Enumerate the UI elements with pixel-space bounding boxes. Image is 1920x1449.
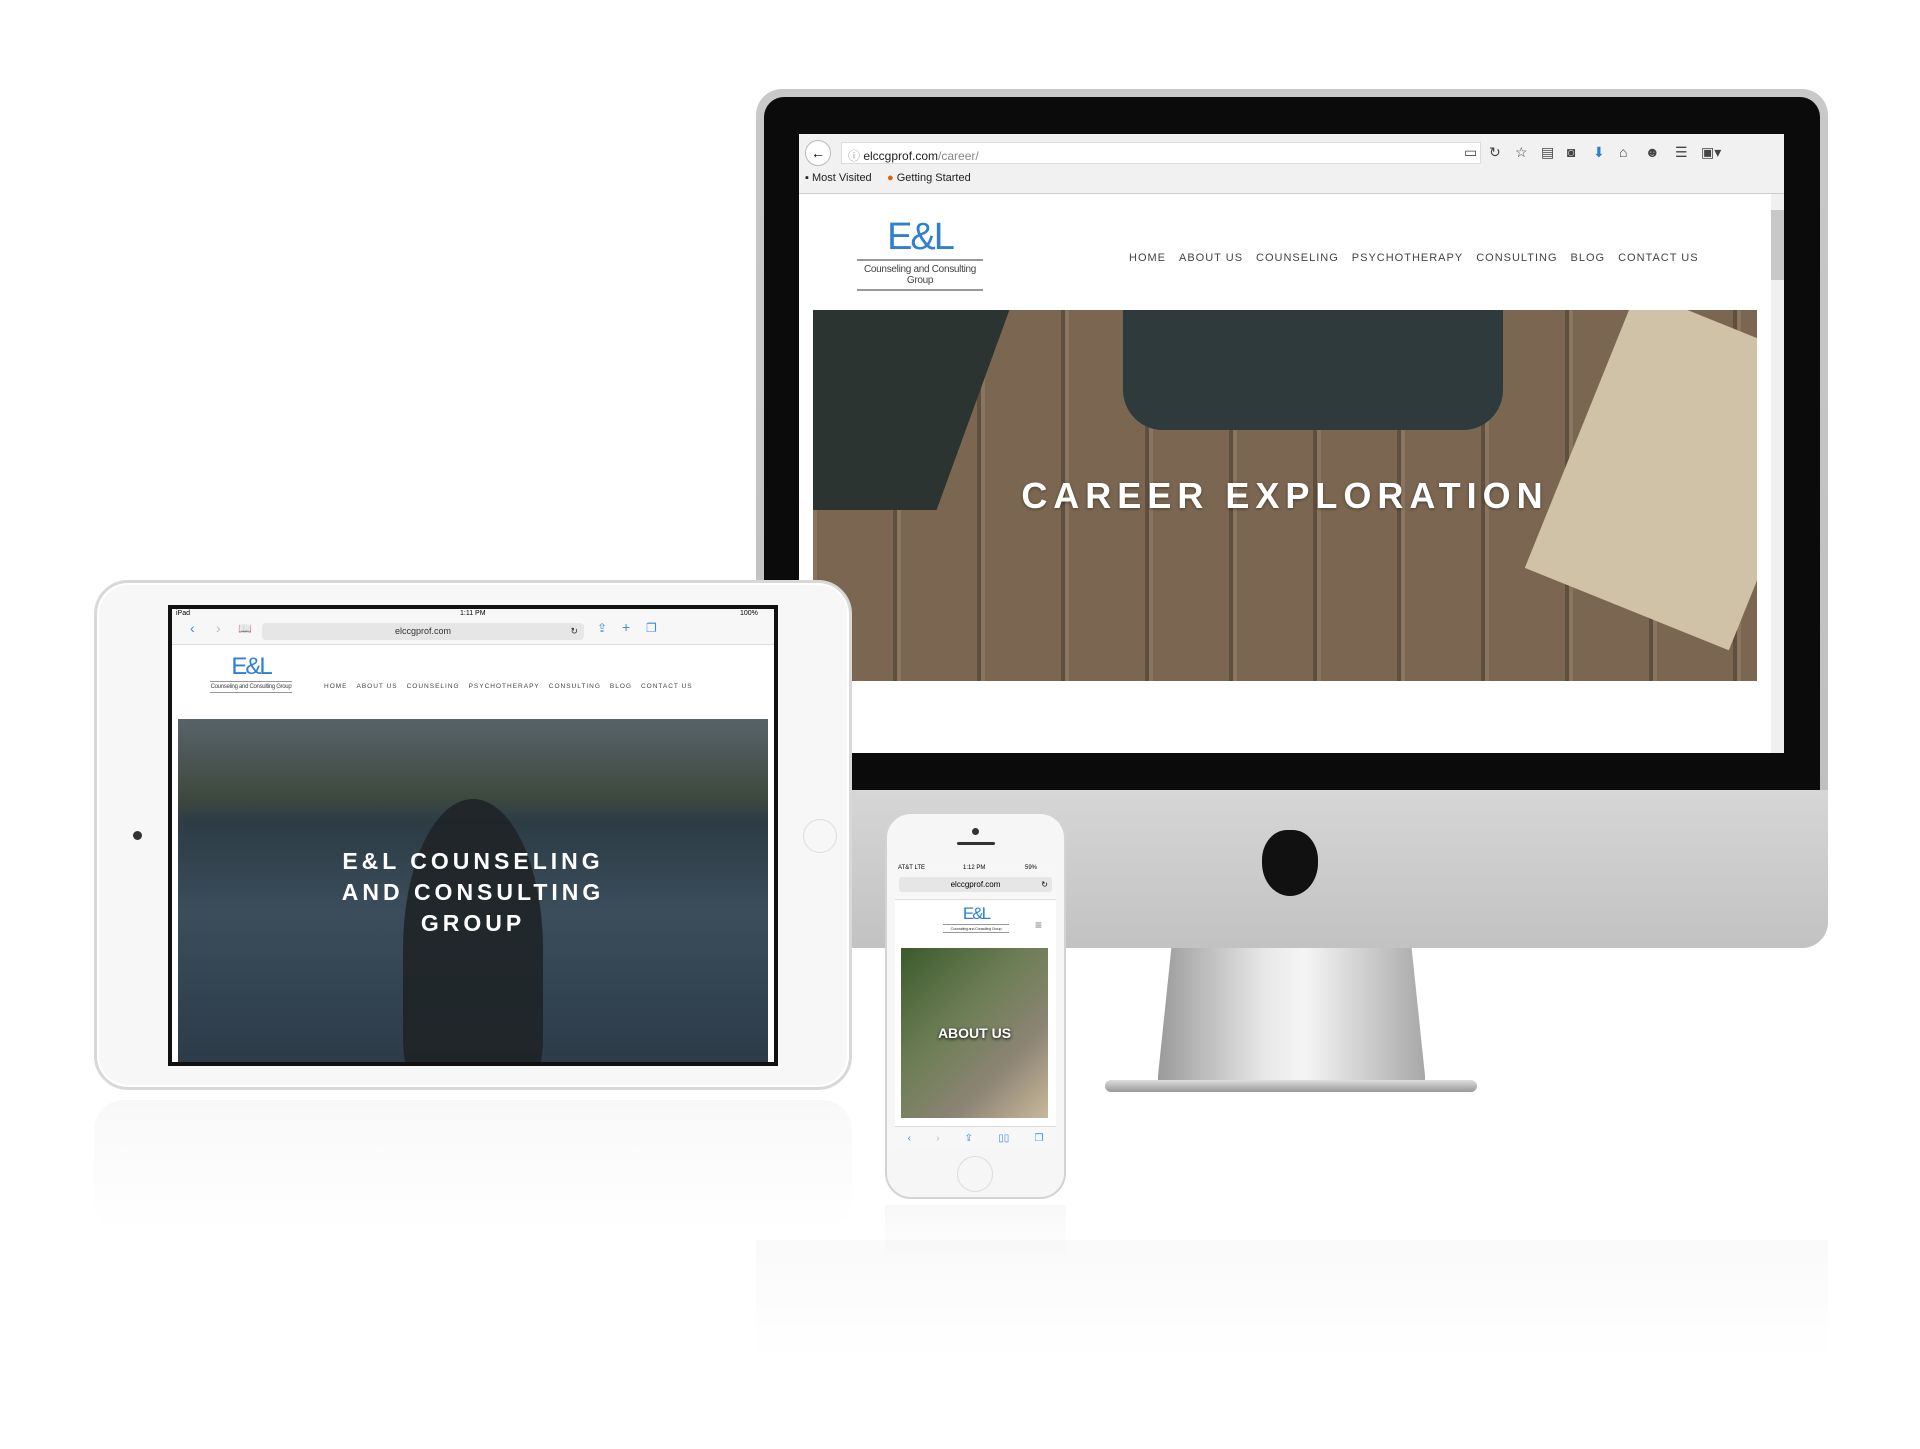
status-device: iPad — [176, 610, 191, 617]
nav-psychotherapy[interactable]: PSYCHOTHERAPY — [469, 683, 540, 690]
reader-view-icon[interactable]: ▭ — [1464, 144, 1477, 161]
site-logo[interactable]: E&L Counseling and Consulting Group — [210, 653, 292, 693]
hamburger-menu-icon[interactable]: ≡ — [1035, 918, 1042, 932]
nav-about-us[interactable]: ABOUT US — [357, 683, 398, 690]
notebook-image — [1524, 310, 1757, 651]
address-bar[interactable]: ⓘ elccgprof.com/career/ — [841, 142, 1481, 164]
emoji-icon[interactable]: ☻ — [1645, 144, 1660, 160]
forward-icon[interactable]: › — [936, 1133, 939, 1144]
apple-logo-icon — [1262, 830, 1318, 896]
status-time: 1:12 PM — [963, 865, 986, 871]
hero-title: ABOUT US — [937, 1025, 1012, 1041]
nav-consulting[interactable]: CONSULTING — [549, 683, 601, 690]
home-button[interactable] — [803, 819, 837, 853]
hero-title: CAREER EXPLORATION — [1021, 474, 1549, 516]
clipboard-icon[interactable]: ▤ — [1541, 144, 1554, 161]
site-logo[interactable]: E&L Counseling and Consulting Group — [857, 216, 983, 291]
pocket-icon[interactable]: ◙ — [1567, 144, 1575, 160]
safari-bottom-bar: ‹ › ⇪ ▯▯ ❐ — [895, 1126, 1056, 1150]
camera — [972, 828, 979, 835]
monitor-stand — [1158, 948, 1425, 1090]
status-time: 1:11 PM — [460, 610, 486, 617]
nav-blog[interactable]: BLOG — [610, 683, 632, 690]
menu-icon[interactable]: ☰ — [1675, 144, 1688, 161]
hero-banner: CAREER EXPLORATION — [813, 310, 1757, 681]
iphone-reflection — [885, 1205, 1066, 1265]
bookmarks-icon[interactable]: ▯▯ — [998, 1133, 1009, 1144]
nav-contact-us[interactable]: CONTACT US — [1618, 252, 1699, 264]
status-carrier: AT&T LTE — [898, 865, 926, 871]
bookmarks-icon[interactable]: 📖 — [238, 622, 252, 635]
status-battery: 59% — [1025, 865, 1038, 871]
nav-consulting[interactable]: CONSULTING — [1476, 252, 1557, 264]
address-bar[interactable]: elccgprof.com ↻ — [899, 877, 1052, 892]
nav-contact-us[interactable]: CONTACT US — [641, 683, 693, 690]
bookmark-getting-started[interactable]: ● Getting Started — [887, 172, 971, 184]
site-logo[interactable]: E&L Counseling and Consulting Group — [943, 904, 1009, 933]
nav-blog[interactable]: BLOG — [1571, 252, 1606, 264]
address-bar[interactable]: elccgprof.com ↻ — [262, 623, 584, 640]
nav-home[interactable]: HOME — [1129, 252, 1166, 264]
safari-toolbar: iPad 1:11 PM 100% ‹ › 📖 elccgprof.com ↻ ⇪… — [172, 609, 774, 645]
new-tab-icon[interactable]: + — [622, 619, 630, 635]
status-battery: 100% — [740, 610, 758, 617]
reload-icon[interactable]: ↻ — [1489, 144, 1501, 161]
bookmark-star-icon[interactable]: ☆ — [1515, 144, 1528, 161]
share-icon[interactable]: ⇪ — [597, 621, 607, 635]
book-image — [813, 310, 1010, 510]
main-nav: HOME ABOUT US COUNSELING PSYCHOTHERAPY C… — [324, 683, 693, 690]
nav-home[interactable]: HOME — [324, 683, 348, 690]
tabs-icon[interactable]: ❐ — [1034, 1133, 1043, 1144]
nav-counseling[interactable]: COUNSELING — [407, 683, 460, 690]
share-icon[interactable]: ⇪ — [965, 1133, 973, 1144]
home-icon[interactable]: ⌂ — [1619, 144, 1627, 160]
speaker — [957, 842, 995, 845]
hero-line-1: E&L COUNSELING — [342, 848, 604, 874]
hero-banner: ABOUT US — [901, 948, 1048, 1118]
main-nav: HOME ABOUT US COUNSELING PSYCHOTHERAPY C… — [1129, 252, 1699, 264]
download-icon[interactable]: ⬇ — [1593, 144, 1605, 161]
tabs-icon[interactable]: ❐ — [646, 621, 657, 635]
camera — [133, 831, 142, 840]
bookmark-most-visited[interactable]: ▪ Most Visited — [805, 172, 872, 184]
tablet-browser: iPad 1:11 PM 100% ‹ › 📖 elccgprof.com ↻ ⇪… — [168, 605, 778, 1066]
nav-psychotherapy[interactable]: PSYCHOTHERAPY — [1352, 252, 1463, 264]
back-icon[interactable]: ‹ — [190, 620, 195, 636]
hero-banner: E&L COUNSELING AND CONSULTING GROUP — [178, 719, 768, 1062]
back-icon[interactable]: ‹ — [908, 1133, 911, 1144]
ipad-reflection — [94, 1100, 852, 1230]
back-button[interactable]: ← — [805, 140, 831, 166]
browser-toolbar: ← ⓘ elccgprof.com/career/ ▭ ↻ ☆ ▤ ◙ ⬇ ⌂ … — [799, 134, 1784, 194]
home-button[interactable] — [957, 1156, 993, 1192]
safari-toolbar: AT&T LTE 1:12 PM 59% elccgprof.com ↻ — [895, 864, 1056, 900]
nav-counseling[interactable]: COUNSELING — [1256, 252, 1339, 264]
typewriter-image — [1123, 310, 1503, 430]
hero-line-2: AND CONSULTING — [341, 879, 605, 905]
nav-about-us[interactable]: ABOUT US — [1179, 252, 1243, 264]
hero-line-3: GROUP — [420, 910, 526, 936]
desktop-browser: ← ⓘ elccgprof.com/career/ ▭ ↻ ☆ ▤ ◙ ⬇ ⌂ … — [799, 134, 1784, 753]
phone-browser: AT&T LTE 1:12 PM 59% elccgprof.com ↻ E&L … — [895, 864, 1056, 1150]
monitor-stand-base — [1105, 1080, 1477, 1092]
extension-icon[interactable]: ▣▾ — [1701, 144, 1721, 161]
scrollbar[interactable] — [1771, 194, 1784, 753]
forward-icon[interactable]: › — [216, 620, 221, 636]
